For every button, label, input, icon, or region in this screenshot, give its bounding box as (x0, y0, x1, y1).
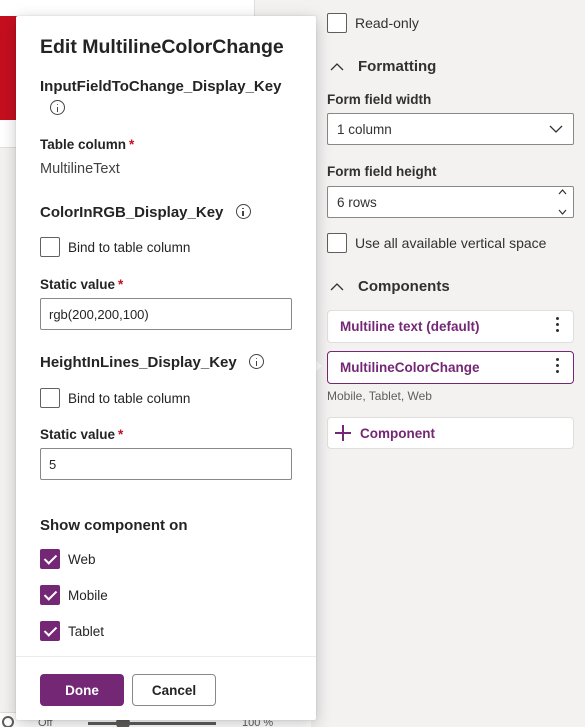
checkbox-box[interactable] (40, 621, 60, 641)
vertical-space-checkbox-box[interactable] (327, 233, 347, 253)
checkbox-label: Tablet (68, 623, 105, 639)
param-name: InputFieldToChange_Display_Key (40, 78, 281, 95)
spin-up-icon[interactable] (558, 189, 567, 195)
form-field-height-input[interactable]: 6 rows (327, 186, 574, 218)
add-component-label: Component (360, 425, 435, 441)
component-label: Multiline text (default) (340, 319, 480, 334)
component-multiline-text-default[interactable]: Multiline text (default) (327, 310, 574, 343)
info-icon[interactable] (235, 204, 251, 219)
component-platforms: Mobile, Tablet, Web (327, 389, 432, 403)
table-column-value: MultilineText (40, 161, 120, 177)
table-column-label: Table column * (40, 137, 134, 152)
required-mark: * (129, 137, 135, 152)
param-name: ColorInRGB_Display_Key (40, 204, 251, 221)
components-section-header[interactable]: Components (327, 276, 450, 296)
checkbox-label: Bind to table column (68, 239, 191, 255)
spin-down-icon[interactable] (558, 209, 567, 215)
form-field-width-select[interactable]: 1 column (327, 113, 574, 145)
form-field-width-value: 1 column (337, 121, 392, 137)
checkbox-box[interactable] (40, 549, 60, 569)
formatting-section-header[interactable]: Formatting (327, 56, 436, 76)
read-only-checkbox-box[interactable] (327, 13, 347, 33)
checkbox-label: Bind to table column (68, 390, 191, 406)
param-name-text: HeightInLines_Display_Key (40, 354, 237, 371)
vertical-space-label: Use all available vertical space (355, 235, 547, 251)
plus-icon (334, 424, 352, 442)
flyout-title: Edit MultilineColorChange (40, 36, 284, 58)
show-on-web-checkbox[interactable]: Web (40, 549, 96, 569)
static-value-label: Static value * (40, 427, 123, 442)
form-field-height-value: 6 rows (337, 194, 377, 210)
field-label-text: Static value (40, 277, 116, 292)
form-field-width-label: Form field width (327, 92, 432, 107)
height-static-value-input[interactable]: 5 (40, 448, 292, 480)
footer-divider (16, 656, 316, 657)
component-multilinecolorchange[interactable]: MultilineColorChange (327, 351, 574, 384)
static-value-label: Static value * (40, 277, 123, 292)
param-name-text: ColorInRGB_Display_Key (40, 204, 224, 221)
height-spin-buttons[interactable] (555, 189, 569, 215)
checkbox-box[interactable] (40, 388, 60, 408)
field-label-text: Table column (40, 137, 127, 152)
chevron-up-icon (327, 276, 347, 296)
done-button[interactable]: Done (40, 674, 124, 706)
cancel-button[interactable]: Cancel (132, 674, 216, 706)
show-on-mobile-checkbox[interactable]: Mobile (40, 585, 108, 605)
checkbox-box[interactable] (40, 585, 60, 605)
show-component-on-heading: Show component on (40, 517, 188, 534)
bind-to-table-column-checkbox[interactable]: Bind to table column (40, 237, 190, 257)
chevron-down-icon (549, 122, 563, 137)
component-label: MultilineColorChange (340, 360, 480, 375)
info-icon[interactable] (50, 100, 65, 115)
color-static-value-input[interactable]: rgb(200,200,100) (40, 298, 292, 330)
input-value: rgb(200,200,100) (49, 306, 149, 322)
components-heading: Components (358, 277, 450, 295)
edit-component-flyout: Edit MultilineColorChange InputFieldToCh… (16, 16, 316, 720)
add-component-button[interactable]: Component (327, 417, 574, 449)
more-options-icon[interactable] (556, 317, 559, 332)
input-value: 5 (49, 456, 57, 472)
form-field-height-label: Form field height (327, 164, 437, 179)
param-name-text: InputFieldToChange_Display_Key (40, 78, 282, 95)
bind-to-table-column-checkbox[interactable]: Bind to table column (40, 388, 190, 408)
field-label-text: Static value (40, 427, 116, 442)
read-only-label: Read-only (355, 15, 419, 31)
read-only-checkbox[interactable]: Read-only (327, 13, 419, 33)
checkbox-label: Mobile (68, 587, 108, 603)
required-mark: * (118, 277, 124, 292)
toggle-icon[interactable] (2, 716, 14, 727)
param-name: HeightInLines_Display_Key (40, 354, 264, 371)
properties-pane: Read-only Formatting Form field width 1 … (311, 0, 585, 727)
zoom-slider-track[interactable] (88, 722, 216, 725)
checkbox-label: Web (68, 551, 96, 567)
chevron-up-icon (327, 56, 347, 76)
info-icon[interactable] (248, 354, 264, 369)
vertical-space-checkbox[interactable]: Use all available vertical space (327, 233, 546, 253)
formatting-heading: Formatting (358, 57, 437, 75)
checkbox-box[interactable] (40, 237, 60, 257)
show-on-tablet-checkbox[interactable]: Tablet (40, 621, 104, 641)
more-options-icon[interactable] (556, 358, 559, 373)
required-mark: * (118, 427, 124, 442)
